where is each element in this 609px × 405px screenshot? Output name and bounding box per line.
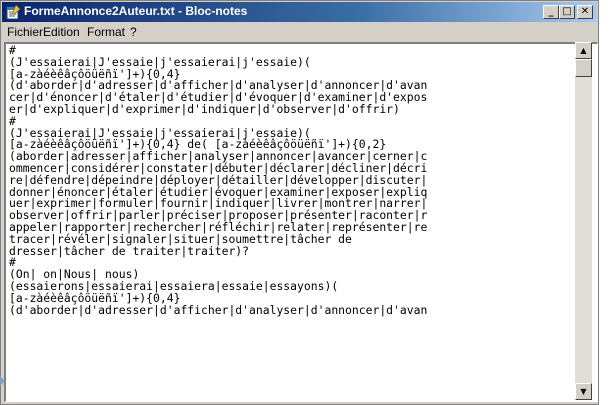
menu-format[interactable]: Format: [87, 25, 125, 39]
menu-fichier[interactable]: Fichier: [7, 25, 43, 39]
menu-bar: Fichier Edition Format ?: [2, 23, 597, 41]
window-title: FormeAnnonce2Auteur.txt - Bloc-notes: [24, 4, 248, 18]
scroll-down-button[interactable]: ▼: [575, 383, 592, 400]
close-button[interactable]: ✕: [577, 5, 593, 19]
text-content[interactable]: # (J'essaierai|J'essaie|j'essaierai|j'ess…: [9, 45, 574, 399]
side-arrow-marker: [0, 376, 5, 386]
notepad-window: FormeAnnonce2Auteur.txt - Bloc-notes _ □…: [0, 0, 599, 405]
minimize-button[interactable]: _: [543, 5, 559, 19]
text-line: er|d'expliquer|d'exprimer|d'indiquer|d'o…: [9, 101, 400, 116]
menu-edition[interactable]: Edition: [43, 25, 80, 39]
scroll-thumb[interactable]: [575, 59, 592, 77]
text-editor[interactable]: # (J'essaierai|J'essaie|j'essaierai|j'ess…: [4, 42, 598, 402]
vertical-scrollbar[interactable]: ▲ ▼: [575, 42, 592, 400]
maximize-button[interactable]: □: [559, 5, 575, 19]
scroll-up-button[interactable]: ▲: [575, 42, 592, 59]
title-bar[interactable]: FormeAnnonce2Auteur.txt - Bloc-notes _ □…: [2, 2, 597, 22]
menu-help[interactable]: ?: [130, 25, 137, 39]
text-line: (d'aborder|d'adresser|d'afficher|d'analy…: [9, 302, 428, 317]
notepad-icon: [6, 4, 21, 20]
text-line: dresser|tâcher de traiter|traiter)?: [9, 243, 250, 258]
